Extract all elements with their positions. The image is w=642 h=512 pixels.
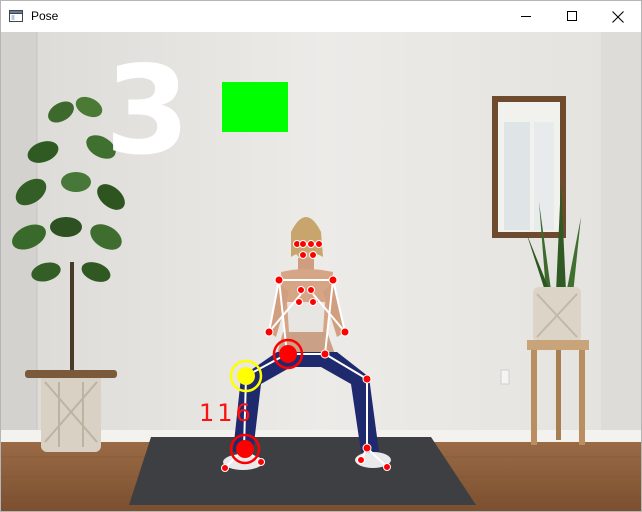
yoga-mat <box>129 437 476 505</box>
angle-readout: 116 <box>199 399 254 427</box>
rep-counter: 3 <box>105 40 190 182</box>
wall-outlet <box>500 369 510 385</box>
video-scene <box>1 32 641 511</box>
wall-mirror <box>492 96 566 238</box>
status-indicator <box>222 82 288 132</box>
app-window-icon <box>9 9 23 23</box>
pose-window: Pose 3 116 <box>0 0 642 512</box>
window-title: Pose <box>31 9 59 23</box>
maximize-button[interactable] <box>549 1 595 32</box>
close-button[interactable] <box>595 1 641 32</box>
video-frame: 3 116 <box>1 32 641 511</box>
title-bar[interactable]: Pose <box>1 1 641 32</box>
minimize-button[interactable] <box>503 1 549 32</box>
maximize-icon <box>566 11 577 21</box>
minimize-icon <box>520 16 531 17</box>
close-icon <box>612 10 624 23</box>
